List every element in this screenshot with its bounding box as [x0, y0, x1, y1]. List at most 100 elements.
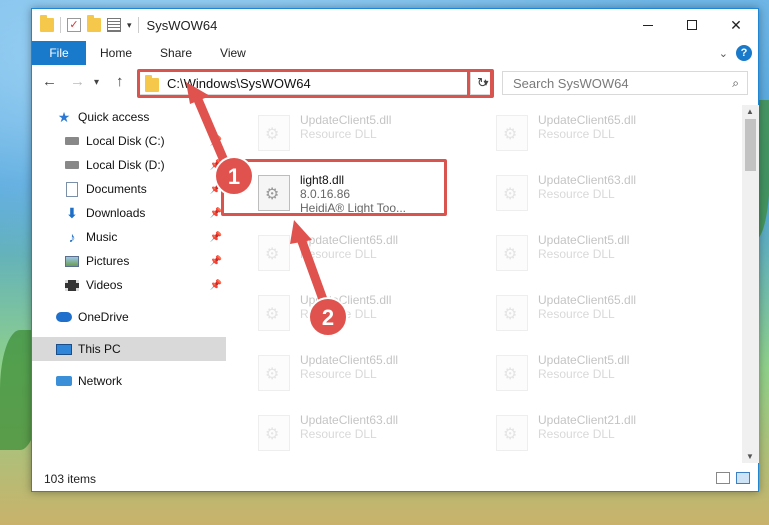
help-icon[interactable]: ? — [736, 45, 752, 61]
sidebar-item-onedrive[interactable]: OneDrive — [32, 305, 226, 329]
tab-home[interactable]: Home — [86, 41, 146, 65]
file-item[interactable]: UpdateClient65.dllResource DLL — [492, 289, 722, 345]
sidebar-item-this-pc[interactable]: This PC — [32, 337, 226, 361]
ribbon-tabs: File Home Share View ⌄ ? — [32, 41, 758, 65]
file-name: UpdateClient65.dll — [300, 233, 399, 247]
scroll-up-icon[interactable]: ▲ — [746, 107, 754, 116]
address-bar[interactable]: C:\Windows\SysWOW64 ▾ — [138, 71, 494, 95]
file-item[interactable]: UpdateClient21.dllResource DLL — [492, 409, 722, 463]
sidebar-item-label: Local Disk (D:) — [86, 158, 165, 172]
file-item[interactable]: UpdateClient5.dllResource DLL — [492, 349, 722, 405]
disk-icon — [64, 157, 80, 173]
file-item[interactable]: UpdateClient65.dllResource DLL — [254, 229, 484, 285]
file-type: Resource DLL — [538, 187, 615, 201]
recent-locations-dropdown-icon[interactable]: ▾ — [94, 77, 99, 88]
videos-icon — [64, 277, 80, 293]
file-type: Resource DLL — [538, 307, 615, 321]
file-name: UpdateClient21.dll — [538, 413, 637, 427]
pin-icon: 📌 — [209, 231, 222, 243]
sidebar-item-music[interactable]: ♪ Music 📌 — [32, 225, 226, 249]
dll-file-icon — [496, 295, 528, 331]
sidebar-item-label: This PC — [78, 342, 121, 356]
folder-icon — [40, 15, 54, 32]
pictures-icon — [64, 253, 80, 269]
sidebar-item-quick-access[interactable]: ★ Quick access — [32, 105, 226, 129]
file-item[interactable]: UpdateClient63.dllResource DLL — [254, 409, 484, 463]
file-item[interactable]: UpdateClient65.dllResource DLL — [492, 109, 722, 165]
toolbar-divider — [137, 17, 139, 33]
music-icon: ♪ — [68, 229, 76, 245]
file-list: UpdateClient5.dllResource DLL light8.dll… — [226, 105, 742, 463]
forward-arrow-icon[interactable]: → — [70, 73, 85, 90]
file-name: UpdateClient5.dll — [538, 353, 630, 367]
properties-icon[interactable] — [107, 18, 121, 32]
vertical-scrollbar[interactable]: ▲ ▼ — [742, 105, 759, 463]
dll-file-icon — [258, 415, 290, 451]
sidebar-item-videos[interactable]: Videos 📌 — [32, 273, 226, 297]
sidebar-item-downloads[interactable]: ⬇ Downloads 📌 — [32, 201, 226, 225]
file-type: Resource DLL — [538, 427, 615, 441]
details-view-icon[interactable] — [716, 472, 730, 484]
cloud-icon — [56, 309, 72, 325]
refresh-icon: ↻ — [477, 75, 488, 90]
sidebar-item-local-disk-c[interactable]: Local Disk (C:) 📌 — [32, 129, 226, 153]
properties-check-icon[interactable]: ✓ — [67, 18, 81, 32]
file-name: light8.dll — [300, 173, 345, 187]
item-count: 103 items — [44, 472, 97, 486]
dll-file-icon — [258, 235, 290, 271]
title-bar: ✓ ▾ SysWOW64 ✕ — [32, 9, 758, 41]
file-type: Resource DLL — [538, 127, 615, 141]
maximize-button[interactable] — [670, 9, 714, 41]
back-arrow-icon[interactable]: ← — [42, 73, 57, 90]
file-type: Resource DLL — [300, 247, 377, 261]
customize-dropdown-icon[interactable]: ▾ — [127, 20, 132, 31]
window-title: SysWOW64 — [146, 17, 218, 33]
sidebar-item-network[interactable]: Network — [32, 369, 226, 393]
expand-ribbon-chevron-icon[interactable]: ⌄ — [719, 47, 728, 60]
close-icon: ✕ — [730, 16, 742, 33]
pin-icon: 📌 — [209, 207, 222, 219]
file-item[interactable]: UpdateClient5.dllResource DLL — [254, 109, 484, 165]
view-toggle — [716, 472, 750, 484]
search-icon: ⌕ — [732, 76, 739, 90]
file-item[interactable]: UpdateClient5.dllResource DLL — [254, 289, 484, 345]
file-item-light8[interactable]: light8.dll 8.0.16.86 HeidiA® Light Too..… — [254, 169, 484, 225]
sidebar-item-label: Quick access — [78, 110, 150, 124]
scroll-thumb[interactable] — [745, 119, 756, 171]
sidebar-item-documents[interactable]: Documents 📌 — [32, 177, 226, 201]
sidebar-item-label: Pictures — [86, 254, 130, 268]
tab-share[interactable]: Share — [146, 41, 206, 65]
dll-file-icon — [496, 175, 528, 211]
new-folder-icon[interactable] — [87, 15, 101, 32]
search-input[interactable]: Search SysWOW64 ⌕ — [502, 71, 748, 95]
large-icons-view-icon[interactable] — [736, 472, 750, 484]
explorer-window: ✓ ▾ SysWOW64 ✕ File Home Share View ⌄ ? … — [31, 8, 759, 492]
file-description: HeidiA® Light Too... — [300, 201, 407, 215]
close-button[interactable]: ✕ — [714, 9, 758, 41]
sidebar-item-pictures[interactable]: Pictures 📌 — [32, 249, 226, 273]
up-arrow-icon[interactable]: ↑ — [116, 73, 124, 90]
disk-icon — [64, 133, 80, 149]
file-item[interactable]: UpdateClient65.dllResource DLL — [254, 349, 484, 405]
sidebar-item-label: Downloads — [86, 206, 146, 220]
scroll-down-icon[interactable]: ▼ — [746, 452, 754, 461]
computer-icon — [56, 341, 72, 357]
file-item[interactable]: UpdateClient5.dllResource DLL — [492, 229, 722, 285]
quick-access-toolbar: ✓ ▾ — [32, 15, 139, 33]
star-icon: ★ — [57, 108, 71, 125]
status-bar: 103 items — [32, 467, 758, 491]
file-name: UpdateClient5.dll — [300, 113, 392, 127]
download-icon: ⬇ — [66, 204, 78, 221]
file-item[interactable]: UpdateClient63.dllResource DLL — [492, 169, 722, 225]
document-icon — [64, 181, 80, 197]
file-name: UpdateClient5.dll — [300, 293, 392, 307]
sidebar-item-local-disk-d[interactable]: Local Disk (D:) 📌 — [32, 153, 226, 177]
dll-file-icon — [496, 235, 528, 271]
minimize-button[interactable] — [626, 9, 670, 41]
file-type: Resource DLL — [300, 127, 377, 141]
tab-file[interactable]: File — [32, 41, 86, 65]
address-path[interactable]: C:\Windows\SysWOW64 — [167, 76, 479, 91]
file-type: Resource DLL — [538, 247, 615, 261]
tab-view[interactable]: View — [206, 41, 260, 65]
refresh-button[interactable]: ↻ — [470, 71, 494, 95]
